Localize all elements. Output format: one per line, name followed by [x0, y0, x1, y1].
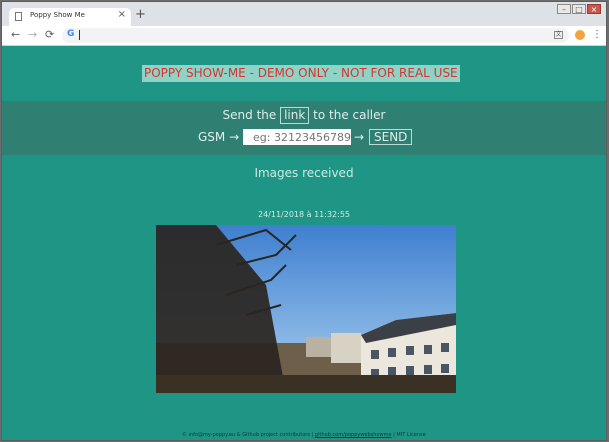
page-icon: [15, 12, 22, 21]
demo-banner: POPPY SHOW-ME - DEMO ONLY - NOT FOR REAL…: [142, 65, 460, 82]
images-heading: Images received: [254, 166, 354, 180]
send-link-panel: Send the link to the caller GSM → → SEND: [2, 101, 606, 155]
translate-icon[interactable]: 文: [554, 31, 563, 39]
maximize-button[interactable]: □: [572, 4, 586, 14]
new-tab-button[interactable]: +: [135, 8, 146, 22]
tab-title: Poppy Show Me: [30, 11, 85, 19]
footer-license: | MIT License: [393, 432, 426, 438]
arrow-icon: →: [354, 130, 365, 144]
text-caret: [79, 30, 80, 40]
github-link[interactable]: github.com/poppywebshowme: [315, 432, 392, 438]
received-photo-graphic: [156, 225, 456, 393]
send-instruction: Send the link to the caller: [2, 107, 606, 124]
send-button[interactable]: SEND: [369, 129, 413, 145]
reload-icon[interactable]: ⟳: [45, 28, 54, 42]
image-timestamp: 24/11/2018 à 11:32:55: [257, 210, 351, 219]
link-button[interactable]: link: [280, 107, 310, 124]
close-tab-icon[interactable]: ×: [118, 9, 126, 20]
received-image[interactable]: [156, 225, 456, 393]
menu-icon[interactable]: ⋮: [592, 29, 602, 41]
browser-toolbar: ← → ⟳ G 文 ⋮: [2, 26, 606, 46]
send-suffix: to the caller: [313, 108, 386, 122]
page-content: POPPY SHOW-ME - DEMO ONLY - NOT FOR REAL…: [2, 46, 606, 440]
google-icon: G: [67, 29, 75, 39]
address-bar[interactable]: G: [62, 28, 569, 43]
browser-window: Poppy Show Me × + – □ × ← → ⟳ G 文 ⋮ POPP…: [1, 1, 607, 441]
tab-bar: Poppy Show Me × + – □ ×: [2, 2, 606, 26]
gsm-label: GSM →: [198, 130, 240, 144]
page-footer: © info@my-poppy.eu & Github project cont…: [182, 432, 426, 438]
browser-tab[interactable]: Poppy Show Me ×: [9, 8, 131, 26]
forward-arrow-icon[interactable]: →: [28, 28, 37, 42]
close-window-button[interactable]: ×: [587, 4, 601, 14]
minimize-button[interactable]: –: [557, 4, 571, 14]
back-arrow-icon[interactable]: ←: [11, 28, 20, 42]
send-prefix: Send the: [222, 108, 277, 122]
gsm-number-input[interactable]: [243, 129, 351, 145]
extension-icon[interactable]: [575, 30, 585, 40]
footer-text: © info@my-poppy.eu & Github project cont…: [182, 432, 314, 438]
